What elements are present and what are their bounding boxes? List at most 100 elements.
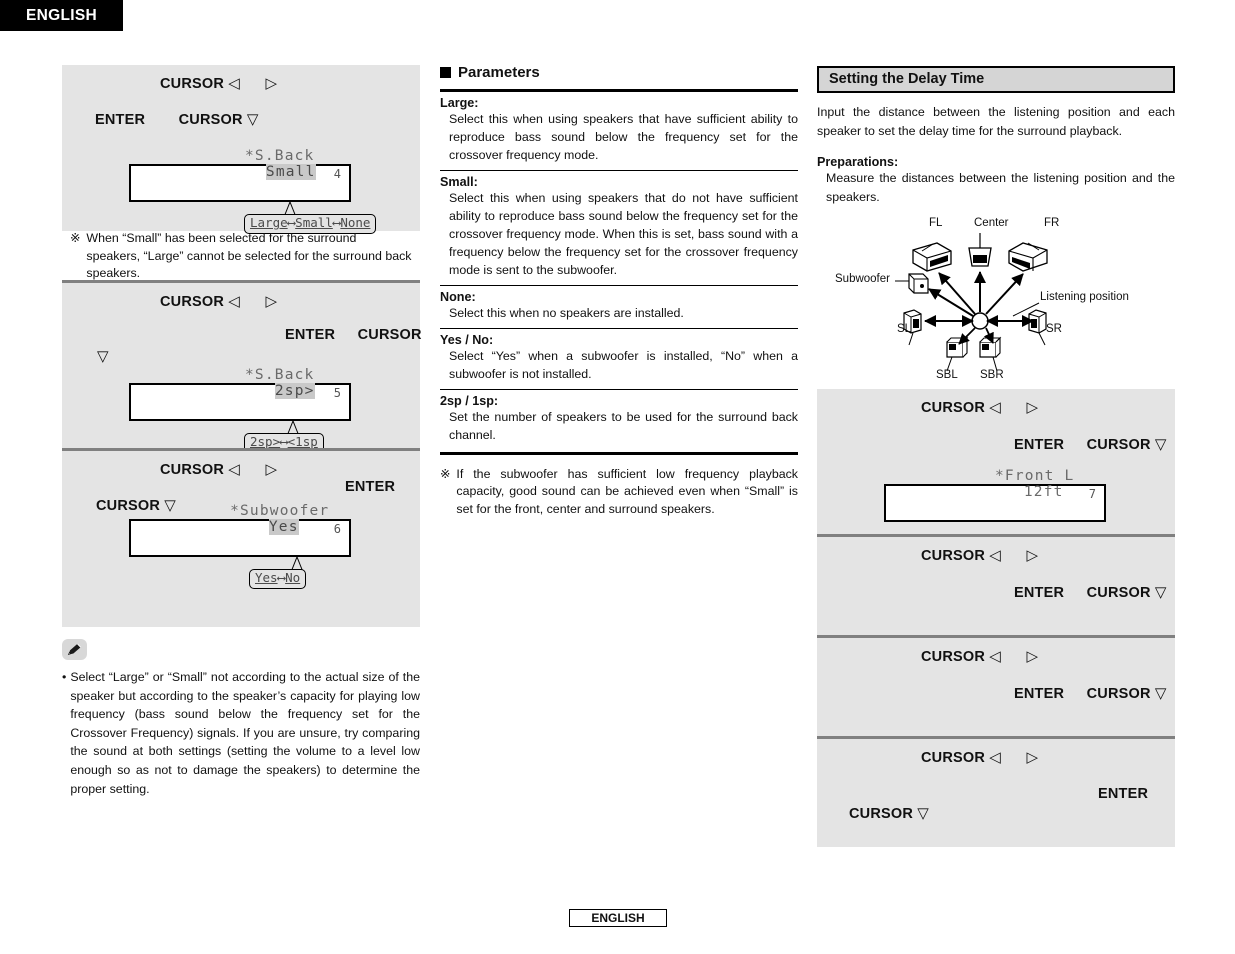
parameter-item-large: Large: Select this when using speakers t… <box>440 96 798 165</box>
cursor-down-icon[interactable]: ▽ <box>247 112 259 127</box>
speaker-layout-diagram: FL Center FR Subwoofer Listening positio… <box>817 211 1175 389</box>
cursor-left-icon[interactable]: ◁ <box>228 76 240 91</box>
parameter-term: Large: <box>440 96 479 110</box>
cursor-left-icon[interactable]: ◁ <box>228 462 240 477</box>
diagram-label-sr: SR <box>1046 323 1062 336</box>
step4-lcd-prefix: *S.Back <box>244 148 315 164</box>
parameter-term: 2sp / 1sp: <box>440 393 499 408</box>
step6-lcd-text: *Subwoofer Yes <box>131 487 349 551</box>
diagram-label-listening-position: Listening position <box>1040 291 1129 304</box>
step10-cursor-label-2[interactable]: CURSOR <box>849 806 913 822</box>
preparations-block: Preparations: Measure the distances betw… <box>817 155 1175 206</box>
square-bullet-icon <box>440 67 451 78</box>
step6-lcd-prefix: *Subwoofer <box>230 503 330 519</box>
parameter-definition: Select this when no speakers are install… <box>449 305 684 320</box>
speaker-center-icon <box>968 233 992 268</box>
step-panel-9: CURSOR ◁ ▷ ENTER CURSOR ▽ <box>817 635 1175 737</box>
cursor-down-icon[interactable]: ▽ <box>1155 437 1167 452</box>
step6-options-pill: Yes⟷No <box>249 569 307 589</box>
diagram-label-fl: FL <box>929 217 943 230</box>
delay-time-title-label: Setting the Delay Time <box>829 71 985 87</box>
step-panel-5: CURSOR ◁ ▷ ENTER CURSOR ▽ 5 *S.Back 2sp> <box>62 280 422 453</box>
parameters-footnote-text: If the subwoofer has sufficient low freq… <box>456 466 798 517</box>
step5-cursor-label-2[interactable]: CURSOR <box>358 327 422 343</box>
step7-lcd-text: *Front L 12ft <box>886 452 1104 516</box>
cursor-left-icon[interactable]: ◁ <box>989 649 1001 664</box>
pencil-glyph <box>67 643 81 656</box>
header-language-tab: ENGLISH <box>0 0 123 31</box>
cursor-right-icon[interactable]: ▷ <box>266 294 278 309</box>
step8-cursor-line-1: CURSOR ◁ ▷ <box>921 548 1038 564</box>
cursor-right-icon[interactable]: ▷ <box>1027 750 1039 765</box>
step9-cursor-label-2[interactable]: CURSOR <box>1087 686 1151 702</box>
step4-cursor-label-1[interactable]: CURSOR <box>160 76 224 92</box>
header-language-label: ENGLISH <box>26 6 97 24</box>
step10-cursor-label-1[interactable]: CURSOR <box>921 750 985 766</box>
parameter-definition: Set the number of speakers to be used fo… <box>449 409 798 442</box>
step5-option-1: 2sp> <box>250 434 281 449</box>
note-mark-icon: ※ <box>440 466 451 481</box>
step10-enter-label[interactable]: ENTER <box>1098 786 1148 802</box>
diagram-label-center: Center <box>974 217 1009 230</box>
step6-enter-label[interactable]: ENTER <box>345 479 395 495</box>
cursor-down-icon[interactable]: ▽ <box>97 349 109 364</box>
heading-rule <box>440 89 798 92</box>
right-column: Setting the Delay Time Input the distanc… <box>817 66 1175 848</box>
diagram-label-sbl: SBL <box>936 369 958 382</box>
step6-cursor-line-1: CURSOR ◁ ▷ <box>160 462 277 478</box>
step5-enter-label[interactable]: ENTER <box>285 327 335 343</box>
memo-text: Select “Large” or “Small” not according … <box>70 670 420 796</box>
step9-cursor-line-1: CURSOR ◁ ▷ <box>921 649 1038 665</box>
step4-note-text: When “Small” has been selected for the s… <box>86 231 412 281</box>
preparations-text: Measure the distances between the listen… <box>826 171 1175 204</box>
step4-lcd-text: *S.Back Small <box>131 132 349 196</box>
step-panel-4: CURSOR ◁ ▷ ENTER CURSOR ▽ 4 *S.Back Smal… <box>62 65 420 280</box>
step9-enter-label[interactable]: ENTER <box>1014 686 1064 702</box>
step-panel-6: CURSOR ◁ ▷ ENTER CURSOR ▽ 6 *Subwoofer Y… <box>62 448 420 627</box>
step5-lcd-display: 5 *S.Back 2sp> <box>129 367 351 421</box>
step4-cursor-label-2[interactable]: CURSOR <box>179 112 243 128</box>
parameter-definition: Select this when using speakers that do … <box>449 190 798 277</box>
cursor-right-icon[interactable]: ▷ <box>266 462 278 477</box>
step-panel-7: CURSOR ◁ ▷ ENTER CURSOR ▽ 7 *Front L 12f… <box>817 389 1175 535</box>
step-panel-8: CURSOR ◁ ▷ ENTER CURSOR ▽ <box>817 534 1175 636</box>
step8-cursor-label-1[interactable]: CURSOR <box>921 548 985 564</box>
parameter-definition: Select this when using speakers that hav… <box>449 112 798 162</box>
parameter-divider <box>440 388 798 390</box>
middle-column: Parameters Large: Select this when using… <box>440 64 798 519</box>
parameter-term: Small: <box>440 174 478 189</box>
note-mark-icon: ※ <box>70 231 81 245</box>
step7-cursor-label-1[interactable]: CURSOR <box>921 400 985 416</box>
step8-enter-label[interactable]: ENTER <box>1014 585 1064 601</box>
cursor-down-icon[interactable]: ▽ <box>1155 686 1167 701</box>
step7-cursor-label-2[interactable]: CURSOR <box>1087 437 1151 453</box>
footer-language-label: ENGLISH <box>591 911 645 925</box>
step6-enter: ENTER <box>345 480 395 495</box>
cursor-right-icon[interactable]: ▷ <box>266 76 278 91</box>
cursor-down-icon[interactable]: ▽ <box>1155 585 1167 600</box>
step5-lcd-prefix: *S.Back <box>244 367 315 383</box>
cursor-right-icon[interactable]: ▷ <box>1027 548 1039 563</box>
speaker-sbr-icon <box>979 337 1002 359</box>
step7-enter-label[interactable]: ENTER <box>1014 437 1064 453</box>
arrow-both-icon: ⟷ <box>277 570 286 585</box>
step5-cursor-down: ▽ <box>97 349 109 365</box>
memo-block: • Select “Large” or “Small” not accordin… <box>62 639 420 798</box>
memo-bullet: • <box>62 670 67 684</box>
step4-cursor-line-1: CURSOR ◁ ▷ <box>160 76 277 92</box>
cursor-left-icon[interactable]: ◁ <box>228 294 240 309</box>
step6-cursor-label-1[interactable]: CURSOR <box>160 462 224 478</box>
cursor-right-icon[interactable]: ▷ <box>1027 400 1039 415</box>
cursor-left-icon[interactable]: ◁ <box>989 750 1001 765</box>
step6-lcd-display: 6 *Subwoofer Yes <box>129 503 351 557</box>
step5-cursor-line-1: CURSOR ◁ ▷ <box>160 294 277 310</box>
step4-enter-label[interactable]: ENTER <box>95 112 145 128</box>
cursor-left-icon[interactable]: ◁ <box>989 548 1001 563</box>
cursor-left-icon[interactable]: ◁ <box>989 400 1001 415</box>
cursor-right-icon[interactable]: ▷ <box>1027 649 1039 664</box>
step9-cursor-label-1[interactable]: CURSOR <box>921 649 985 665</box>
step5-cursor-label-1[interactable]: CURSOR <box>160 294 224 310</box>
cursor-down-icon[interactable]: ▽ <box>917 806 929 821</box>
step8-cursor-label-2[interactable]: CURSOR <box>1087 585 1151 601</box>
parameters-heading: Parameters <box>440 64 798 81</box>
